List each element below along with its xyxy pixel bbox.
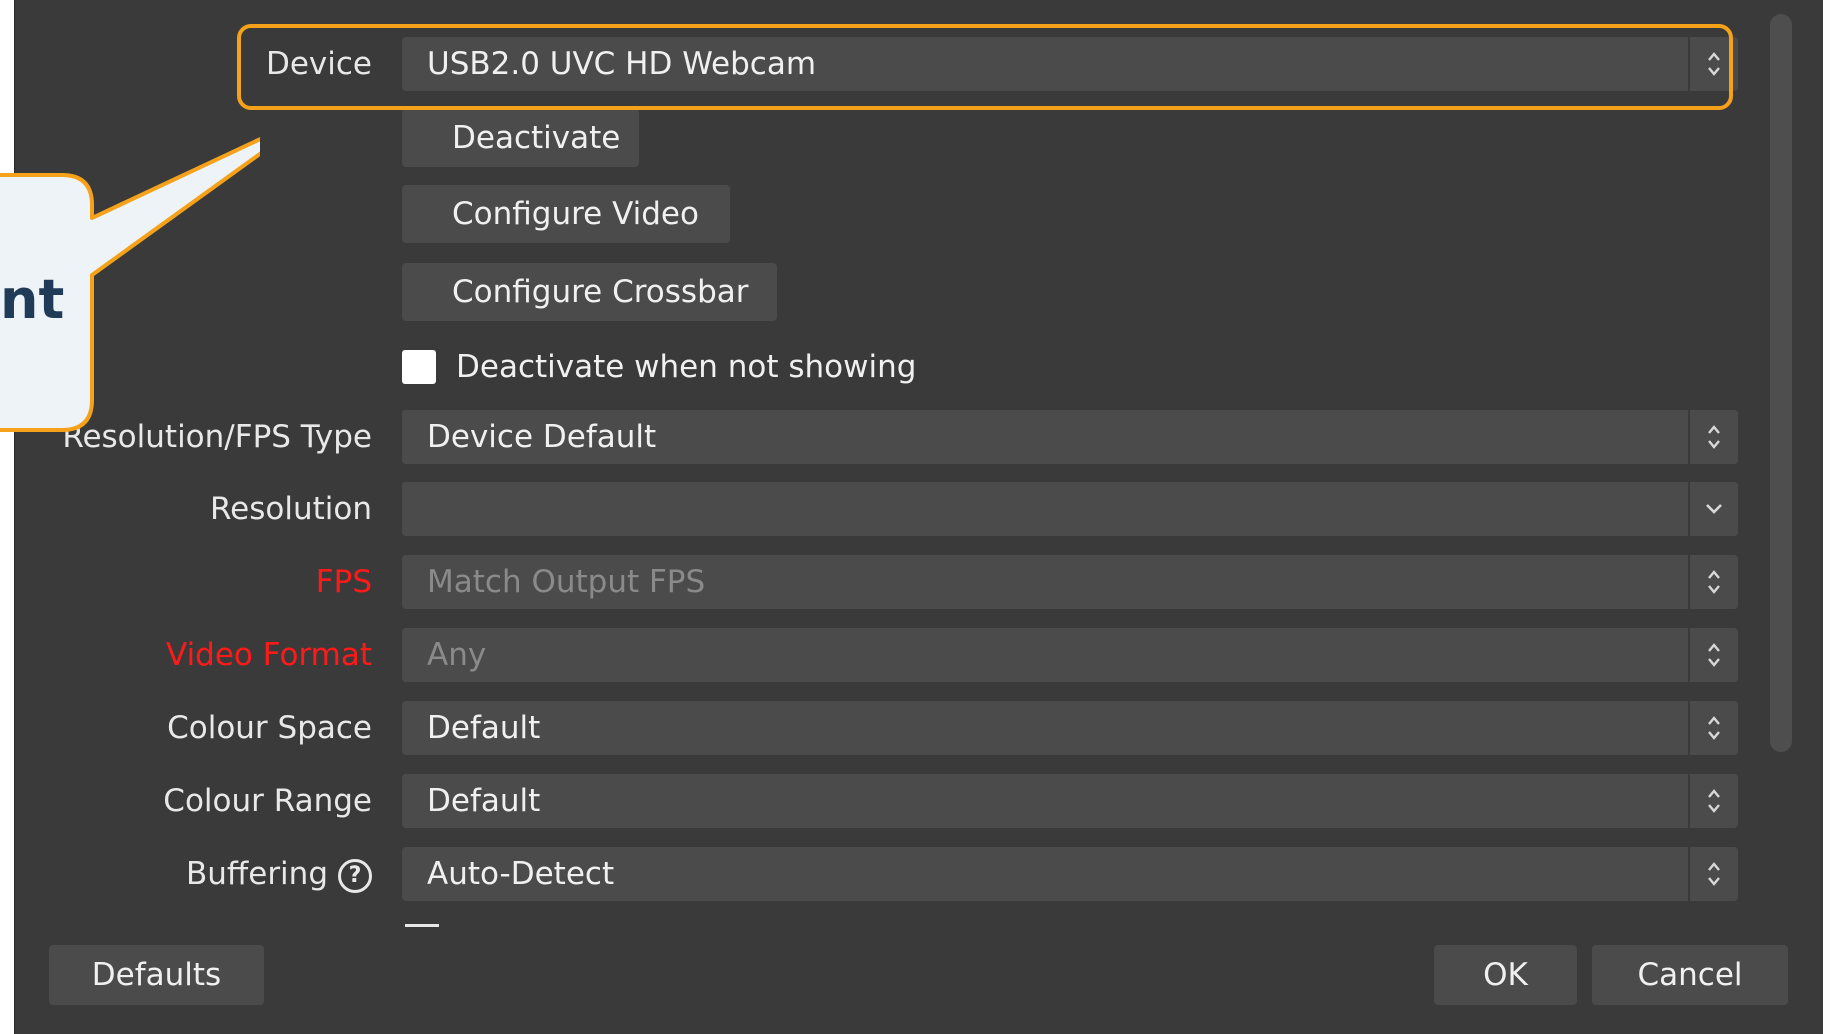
video-format-label: Video Format [166, 637, 372, 673]
deactivate-when-not-showing-checkbox[interactable] [402, 350, 436, 384]
resolution-label: Resolution [210, 491, 372, 527]
partially-hidden-control [405, 924, 439, 927]
resolution-fps-type-value: Device Default [427, 419, 657, 455]
device-highlight-frame [237, 24, 1733, 110]
fps-select[interactable]: Match Output FPS [402, 555, 1738, 609]
buffering-select[interactable]: Auto-Detect [402, 847, 1738, 901]
updown-chevron-icon [1688, 774, 1738, 828]
deactivate-button[interactable]: Deactivate [402, 109, 639, 167]
fps-value: Match Output FPS [427, 564, 706, 600]
colour-range-label: Colour Range [163, 783, 372, 819]
updown-chevron-icon [1688, 701, 1738, 755]
callout-text: nt [0, 268, 65, 331]
configure-crossbar-button[interactable]: Configure Crossbar [402, 263, 777, 321]
chevron-down-icon[interactable] [1688, 482, 1738, 536]
deactivate-when-not-showing-label: Deactivate when not showing [456, 349, 917, 385]
help-icon[interactable]: ? [338, 858, 372, 893]
updown-chevron-icon [1688, 847, 1738, 901]
buffering-value: Auto-Detect [427, 856, 615, 892]
cancel-button[interactable]: Cancel [1592, 945, 1788, 1005]
updown-chevron-icon [1688, 410, 1738, 464]
colour-space-value: Default [427, 710, 541, 746]
resolution-fps-type-label: Resolution/FPS Type [62, 419, 372, 455]
properties-dialog: Device USB2.0 UVC HD Webcam Deactivate C… [14, 0, 1823, 1034]
colour-range-select[interactable]: Default [402, 774, 1738, 828]
fps-label: FPS [315, 564, 372, 600]
colour-range-value: Default [427, 783, 541, 819]
updown-chevron-icon [1688, 628, 1738, 682]
buffering-label-group: Buffering? [186, 847, 372, 901]
resolution-combobox[interactable] [402, 482, 1738, 536]
defaults-button[interactable]: Defaults [49, 945, 264, 1005]
configure-video-button[interactable]: Configure Video [402, 185, 730, 243]
video-format-value: Any [427, 637, 487, 673]
resolution-fps-type-select[interactable]: Device Default [402, 410, 1738, 464]
colour-space-label: Colour Space [167, 710, 372, 746]
updown-chevron-icon [1688, 555, 1738, 609]
video-format-select[interactable]: Any [402, 628, 1738, 682]
buffering-label: Buffering [185, 856, 328, 892]
vertical-scrollbar[interactable] [1770, 14, 1792, 752]
ok-button[interactable]: OK [1434, 945, 1577, 1005]
colour-space-select[interactable]: Default [402, 701, 1738, 755]
